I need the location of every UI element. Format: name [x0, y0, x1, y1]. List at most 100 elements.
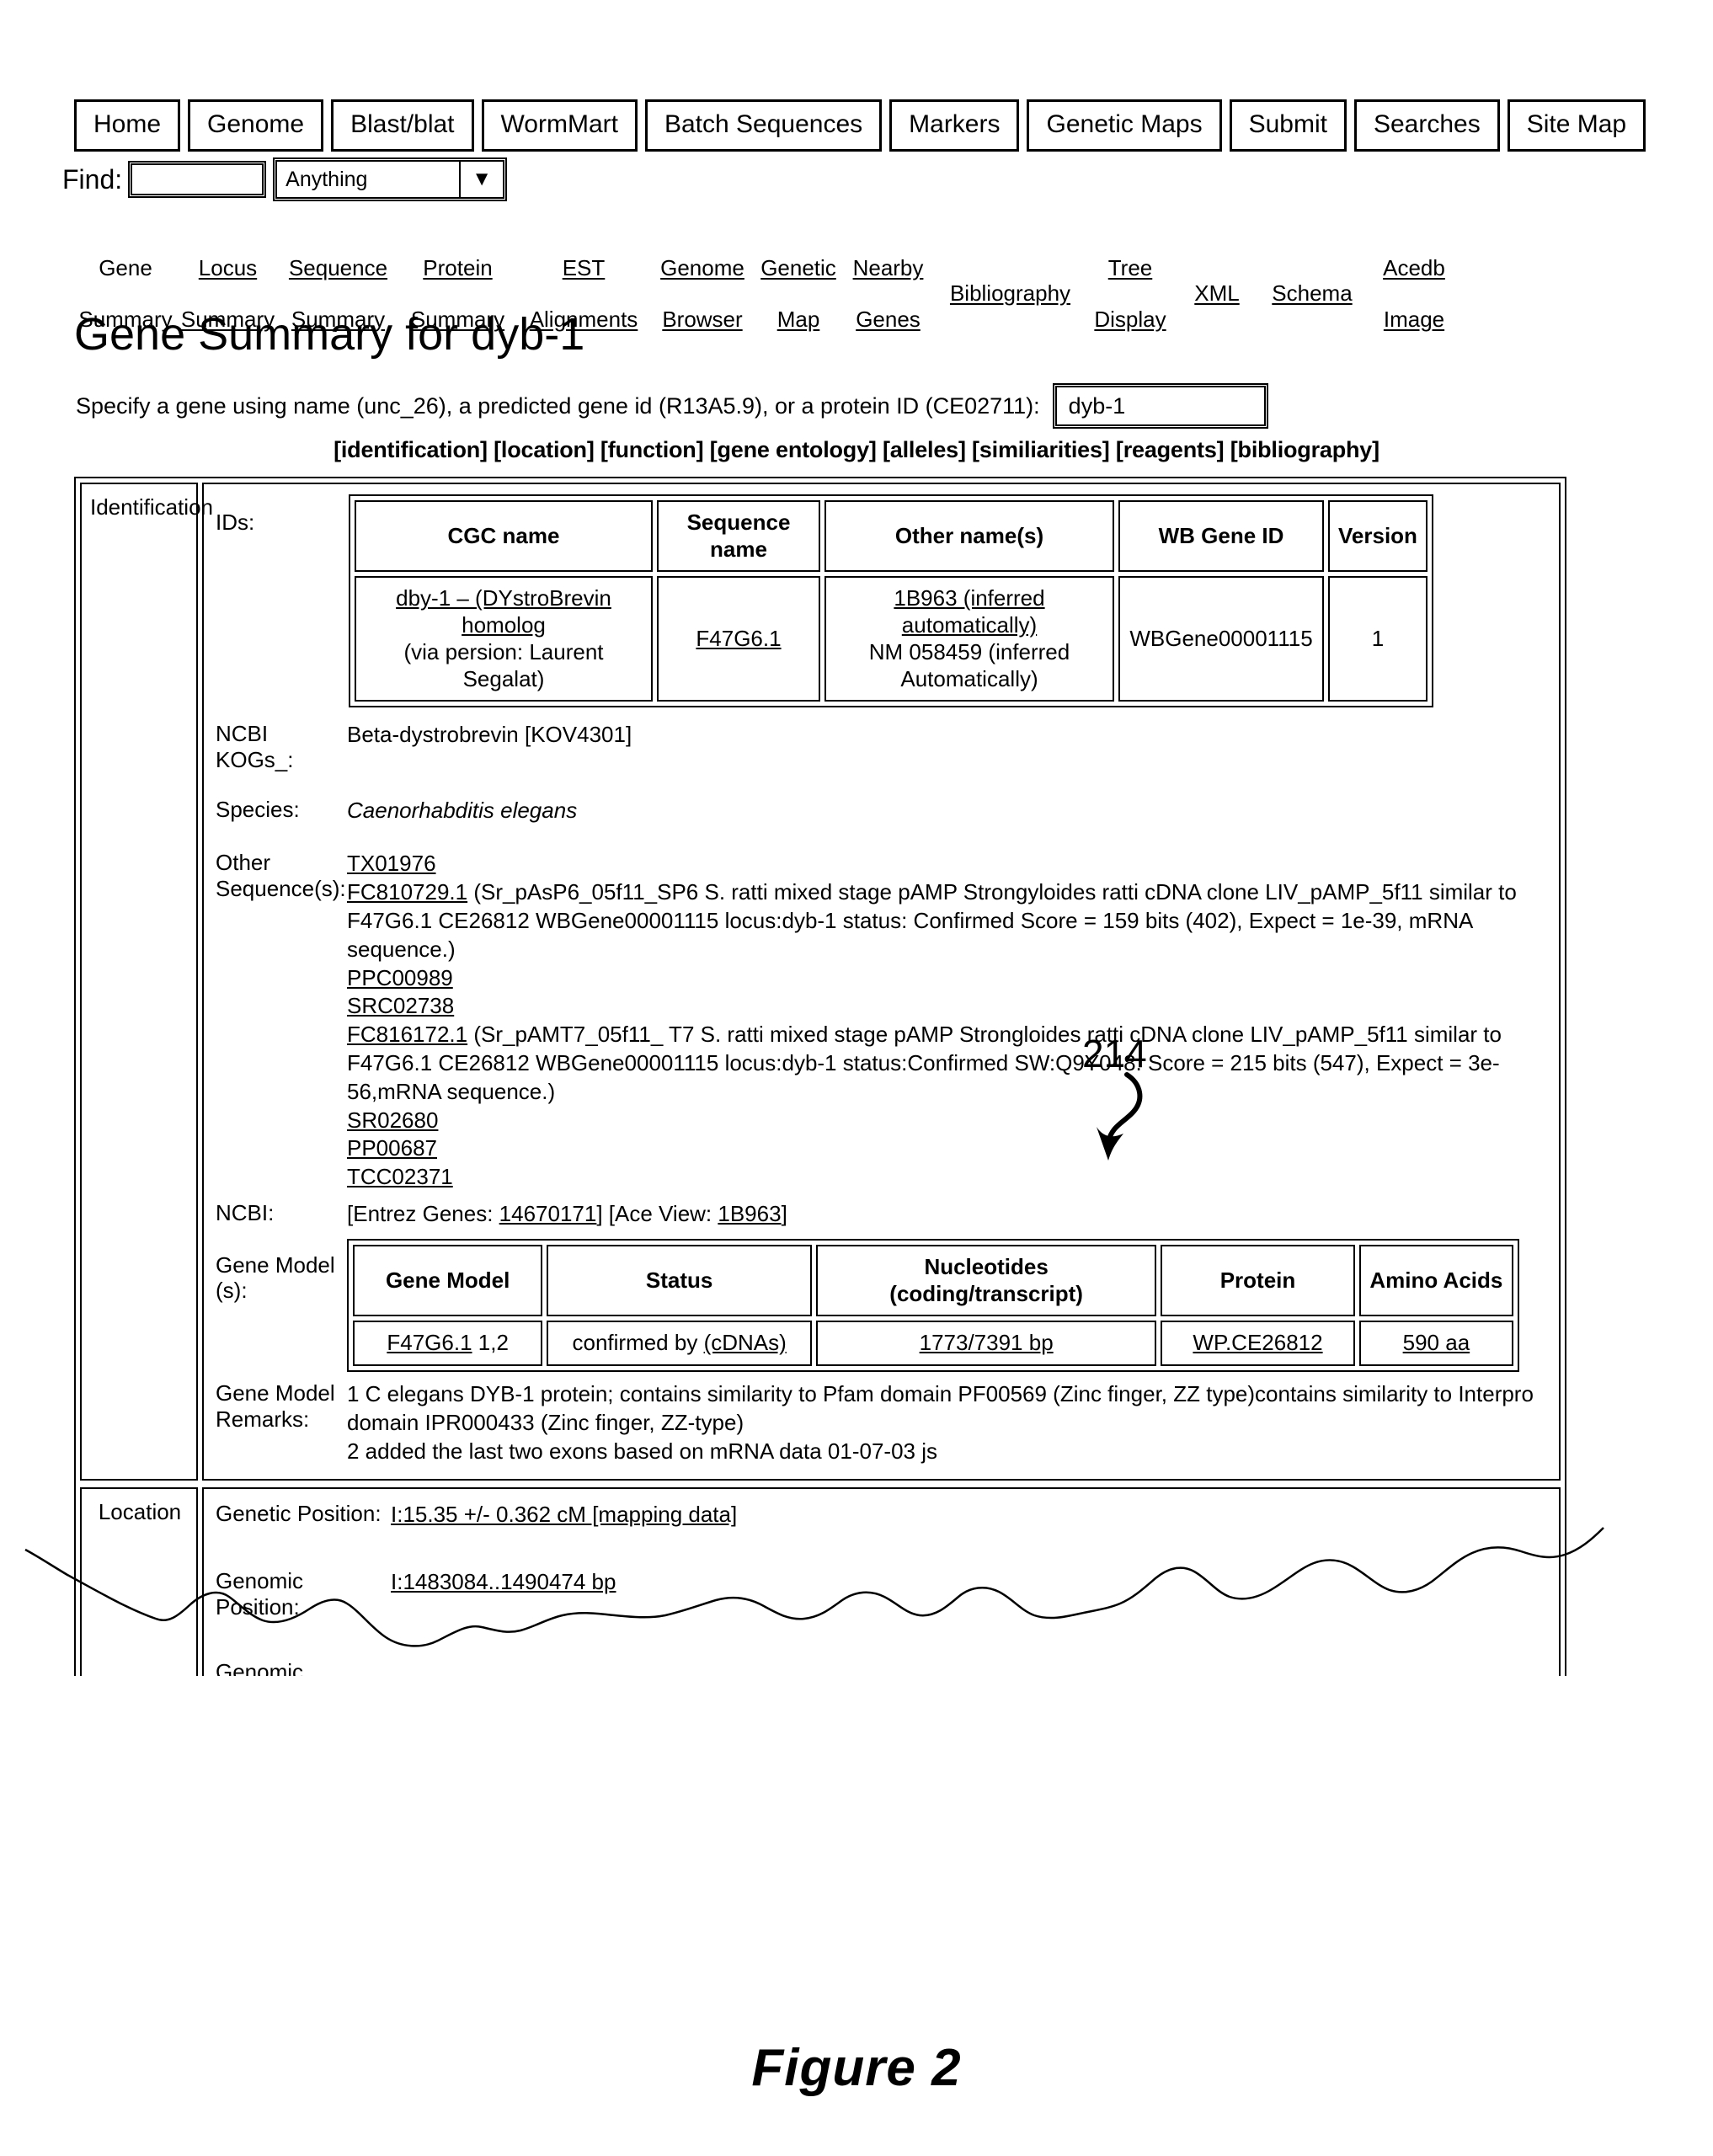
sub-link-line2: Bibliography — [949, 280, 1071, 307]
gm-cell-amino-acids: 590 aa — [1358, 1321, 1513, 1366]
gene-id-input-value: dyb-1 — [1068, 392, 1126, 419]
sub-link-tree-display[interactable]: Tree Display — [1084, 229, 1177, 358]
list-item: PPC00989 — [347, 964, 1550, 993]
sub-link-genome-browser[interactable]: Genome Browser — [648, 229, 757, 358]
nav-button-submit[interactable]: Submit — [1229, 99, 1347, 152]
cdnas-link[interactable]: (cDNAs) — [704, 1330, 787, 1355]
find-input[interactable] — [131, 163, 264, 195]
entrez-gene-link[interactable]: 14670171 — [499, 1201, 597, 1226]
ids-cell-version: 1 — [1328, 576, 1428, 702]
ncbi-value: [Entrez Genes: 14670171] [Ace View: 1B96… — [347, 1200, 1550, 1229]
nav-button-genetic-maps[interactable]: Genetic Maps — [1027, 99, 1222, 152]
nav-button-genome[interactable]: Genome — [188, 99, 324, 152]
nav-button-wormmart[interactable]: WormMart — [481, 99, 638, 152]
ids-header-sequence-name: Sequence name — [657, 500, 820, 573]
sequence-name-link[interactable]: F47G6.1 — [696, 626, 781, 651]
status-prefix: confirmed by — [572, 1330, 704, 1356]
species-label: Species: — [216, 796, 300, 822]
sequence-link[interactable]: PPC00989 — [347, 965, 453, 990]
species-field: Species: Caenorhabditis elegans — [216, 797, 1550, 825]
list-item: FC810729.1 (Sr_pAsP6_05f11_SP6 S. ratti … — [347, 878, 1550, 963]
sub-link-line2: Display — [1094, 307, 1166, 333]
sub-link-xml[interactable]: XML — [1177, 229, 1257, 333]
cgc-name-link-line2[interactable]: homolog — [462, 612, 546, 638]
sub-link-nearby-genes[interactable]: Nearby Genes — [840, 229, 937, 358]
page-title: Gene Summary for dyb-1 — [74, 309, 585, 360]
sub-link-line1: Gene — [99, 254, 152, 280]
sub-link-line2: Image — [1383, 307, 1445, 333]
find-bar: Find: Anything ▼ — [62, 160, 505, 199]
annotation-number-214: 214 — [1082, 1032, 1147, 1075]
list-item: FC816172.1 (Sr_pAMT7_05f11_ T7 S. ratti … — [347, 1021, 1550, 1106]
gm-header-protein: Protein — [1161, 1244, 1355, 1317]
sub-link-line1: Genome — [660, 254, 744, 280]
other-name-link-1b963[interactable]: 1B963 (inferred automatically) — [894, 585, 1044, 638]
table-header-row: CGC name Sequence name Other name(s) WB … — [355, 500, 1428, 573]
gm-header-nucleotides: Nucleotides (coding/transcript) — [816, 1244, 1157, 1317]
list-item: PP00687 — [347, 1134, 1550, 1163]
list-item: TCC02371 — [347, 1163, 1550, 1192]
gene-model-table: Gene Model Status Nucleotides (coding/tr… — [347, 1238, 1519, 1372]
ids-cell-cgc-name: dby-1 – (DYstroBrevin homolog (via persi… — [355, 576, 653, 702]
ace-view-link[interactable]: 1B963 — [718, 1201, 781, 1226]
ids-field: IDs: CGC name Sequence name Other name(s… — [216, 494, 1550, 708]
other-sequences-label: Other Sequence(s): — [216, 850, 346, 902]
ncbi-field: NCBI: [Entrez Genes: 14670171] [Ace View… — [216, 1200, 1550, 1229]
find-type-selected-value: Anything — [286, 167, 368, 191]
gene-model-remarks-field: Gene Model Remarks: 1 C elegans DYB-1 pr… — [216, 1380, 1550, 1465]
gene-model-link[interactable]: F47G6.1 — [387, 1330, 472, 1355]
nucleotides-link[interactable]: 1773/7391 bp — [920, 1330, 1054, 1355]
ncbi-kogs-value: Beta-dystrobrevin [KOV4301] — [347, 722, 632, 748]
sub-link-line2: Map — [776, 307, 820, 333]
sequence-link[interactable]: FC816172.1 — [347, 1022, 467, 1047]
sub-link-line2: Schema — [1272, 280, 1353, 307]
ncbi-mid: ] [Ace View: — [596, 1201, 718, 1227]
ids-header-other-names: Other name(s) — [824, 500, 1114, 573]
sequence-link[interactable]: TX01976 — [347, 851, 436, 876]
gm-cell-nucleotides: 1773/7391 bp — [816, 1321, 1157, 1366]
sub-link-bibliography[interactable]: Bibliography — [937, 229, 1084, 333]
nav-button-blast-blat[interactable]: Blast/blat — [331, 99, 474, 152]
gene-model-remarks-label: Gene Model Remarks: — [216, 1380, 335, 1432]
torn-paper-edge — [24, 1527, 1604, 1647]
ncbi-kogs-field: NCBI KOGs_: Beta-dystrobrevin [KOV4301] — [216, 721, 1550, 772]
protein-link[interactable]: WP.CE26812 — [1193, 1330, 1322, 1355]
cgc-name-link-line1[interactable]: dby-1 – (DYstroBrevin — [396, 585, 611, 611]
sequence-link[interactable]: PP00687 — [347, 1135, 437, 1161]
other-name-line2[interactable]: NM 058459 (inferred — [869, 639, 1070, 664]
cgc-name-persion-line[interactable]: (via persion: Laurent Segalat) — [403, 639, 603, 691]
sequence-link[interactable]: SR02680 — [347, 1107, 438, 1133]
list-item: SRC02738 — [347, 992, 1550, 1021]
top-navigation-bar: Home Genome Blast/blat WormMart Batch Se… — [74, 99, 1646, 152]
nav-button-batch-sequences[interactable]: Batch Sequences — [644, 99, 883, 152]
sub-link-genetic-map[interactable]: Genetic Map — [757, 229, 840, 358]
sub-link-schema[interactable]: Schema — [1257, 229, 1367, 333]
sub-link-line2: Browser — [662, 307, 743, 333]
sequence-link[interactable]: TCC02371 — [347, 1164, 453, 1189]
sequence-link[interactable]: SRC02738 — [347, 993, 454, 1018]
find-label: Find: — [62, 164, 123, 195]
gene-model-suffix: 1,2 — [472, 1330, 509, 1356]
nav-button-markers[interactable]: Markers — [889, 99, 1020, 152]
ids-header-cgc-name: CGC name — [355, 500, 653, 573]
figure-caption: Figure 2 — [751, 2039, 962, 2097]
sub-link-line1: EST — [562, 254, 606, 280]
nav-button-searches[interactable]: Searches — [1353, 99, 1500, 152]
sub-link-acedb-image[interactable]: Acedb Image — [1367, 229, 1461, 358]
sub-link-line1: Genetic — [760, 254, 836, 280]
ncbi-label: NCBI: — [216, 1200, 275, 1226]
amino-acids-link[interactable]: 590 aa — [1403, 1330, 1470, 1355]
remark-item: 1 C elegans DYB-1 protein; contains simi… — [347, 1380, 1534, 1435]
section-anchor-links[interactable]: [identification] [location] [function] [… — [0, 437, 1713, 463]
sub-link-line1: Protein — [423, 254, 493, 280]
identification-content: IDs: CGC name Sequence name Other name(s… — [202, 483, 1561, 1481]
gene-id-input[interactable]: dyb-1 — [1054, 386, 1266, 426]
sequence-link[interactable]: FC810729.1 — [347, 879, 467, 905]
specify-gene-instructions: Specify a gene using name (unc_26), a pr… — [76, 392, 1040, 419]
nav-button-site-map[interactable]: Site Map — [1507, 99, 1646, 152]
other-sequences-field: Other Sequence(s): TX01976 FC810729.1 (S… — [216, 850, 1550, 1192]
nav-button-home[interactable]: Home — [74, 99, 181, 152]
table-row: dby-1 – (DYstroBrevin homolog (via persi… — [355, 576, 1428, 702]
find-type-select[interactable]: Anything ▼ — [275, 160, 505, 199]
sub-link-line1: Acedb — [1383, 254, 1445, 280]
